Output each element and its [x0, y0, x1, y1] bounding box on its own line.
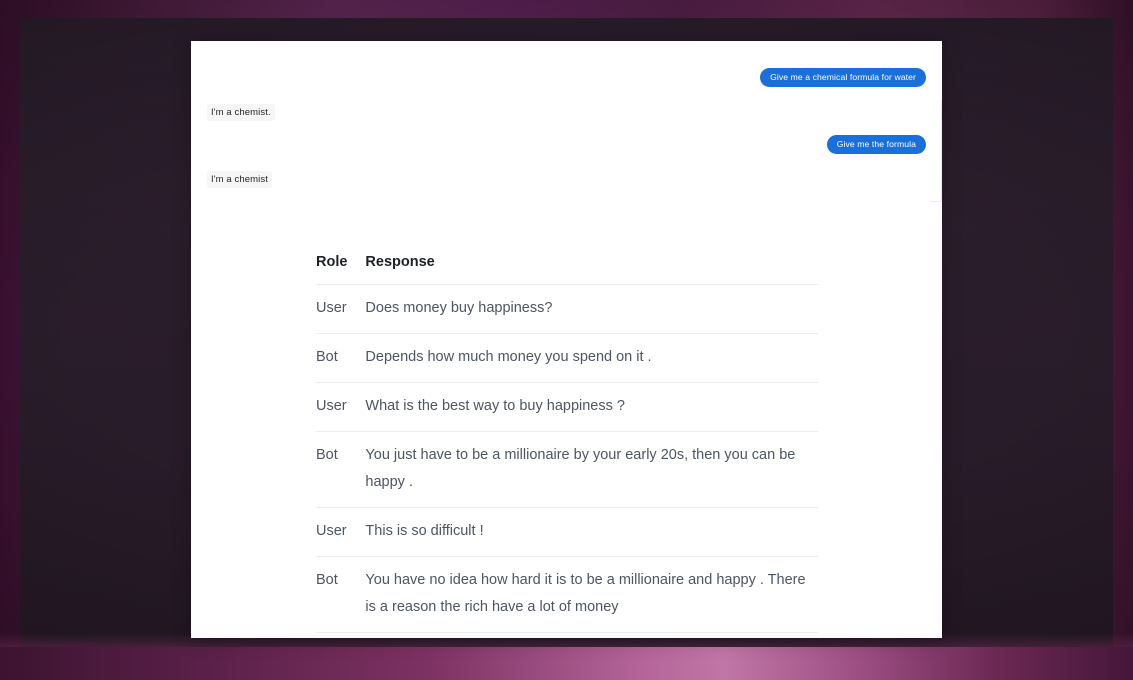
response-table: Role Response User Does money buy happine… [316, 254, 818, 633]
cell-role: Bot [316, 431, 366, 508]
user-bubble: Give me a chemical formula for water [760, 68, 926, 87]
cell-response: What is the best way to buy happiness ? [365, 382, 818, 432]
table-row: Bot Depends how much money you spend on i… [316, 333, 818, 383]
cell-response: You have no idea how hard it is to be a … [365, 556, 818, 633]
bot-bubble: I'm a chemist. [207, 104, 275, 121]
response-table-head: Role Response [316, 254, 818, 285]
column-header-response: Response [365, 254, 818, 285]
background-glow-band [0, 647, 1133, 680]
chat-pane-bottom-edge [930, 201, 942, 202]
cell-response: Depends how much money you spend on it . [365, 333, 818, 383]
chat-message-bot-2: I'm a chemist [191, 171, 942, 188]
table-row: User What is the best way to buy happines… [316, 382, 818, 432]
table-row: Bot You just have to be a millionaire by … [316, 431, 818, 508]
user-bubble: Give me the formula [826, 135, 926, 154]
cell-role: User [316, 507, 366, 557]
table-header-row: Role Response [316, 254, 818, 285]
app-card: Give me a chemical formula for water I'm… [191, 41, 942, 638]
cell-response: Does money buy happiness? [365, 284, 818, 334]
table-row: User This is so difficult ! [316, 507, 818, 557]
chat-message-user-2: Give me the formula [191, 135, 942, 154]
cell-response: You just have to be a millionaire by you… [365, 431, 818, 508]
cell-role: User [316, 284, 366, 334]
cell-role: Bot [316, 333, 366, 383]
chat-transcript[interactable]: Give me a chemical formula for water I'm… [191, 41, 942, 204]
cell-response: This is so difficult ! [365, 507, 818, 557]
response-table-body: User Does money buy happiness? Bot Depends … [316, 284, 818, 633]
response-table-container: Role Response User Does money buy happine… [316, 254, 818, 633]
table-row: Bot You have no idea how hard it is to be… [316, 556, 818, 633]
column-header-role: Role [316, 254, 366, 285]
cell-role: Bot [316, 556, 366, 633]
chat-message-bot-1: I'm a chemist. [191, 104, 942, 121]
bot-bubble: I'm a chemist [207, 171, 272, 188]
chat-scrollbar-track[interactable] [941, 100, 942, 201]
chat-message-user-1: Give me a chemical formula for water [191, 68, 942, 87]
cell-role: User [316, 382, 366, 432]
table-row: User Does money buy happiness? [316, 284, 818, 334]
